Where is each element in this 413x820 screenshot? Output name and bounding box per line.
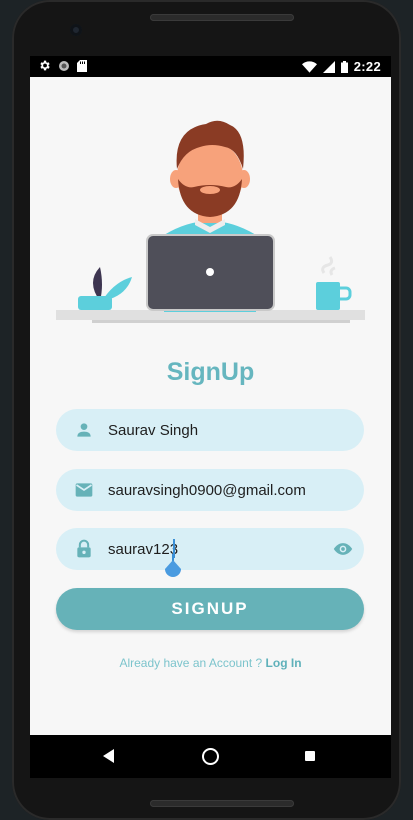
login-prompt-text: Already have an Account ? (119, 656, 263, 670)
name-field[interactable]: Saurav Singh (56, 409, 364, 451)
person-icon (77, 423, 91, 437)
clock: 2:22 (353, 59, 381, 74)
name-value: Saurav Singh (108, 422, 199, 439)
recents-icon[interactable] (305, 751, 315, 761)
login-prompt-row: Already have an Account ? Log In (30, 656, 391, 670)
cursor-handle[interactable] (164, 554, 182, 578)
settings-icon (40, 60, 50, 71)
back-icon[interactable] (103, 749, 115, 763)
navigation-bar (30, 735, 391, 778)
status-bar: 2:22 (30, 56, 391, 77)
page-title: SignUp (166, 358, 255, 386)
email-icon (75, 483, 93, 497)
wifi-icon (301, 60, 317, 73)
password-field[interactable]: saurav123 (56, 528, 364, 570)
home-icon[interactable] (202, 748, 219, 765)
bottom-speaker (150, 800, 294, 807)
email-field[interactable]: sauravsingh0900@gmail.com (56, 469, 364, 511)
front-camera (70, 24, 82, 36)
signal-icon (322, 60, 335, 73)
sd-card-icon (77, 59, 87, 72)
top-speaker (150, 14, 294, 21)
signup-button[interactable]: SIGNUP (56, 588, 364, 630)
eye-icon[interactable] (332, 539, 354, 559)
app-screen: 2:22 SignUp Saurav Singh sauravsingh0900… (30, 56, 391, 778)
login-link[interactable]: Log In (266, 656, 302, 670)
lock-icon (77, 539, 91, 558)
developer-illustration (56, 120, 365, 323)
battery-icon (340, 60, 348, 73)
email-value: sauravsingh0900@gmail.com (108, 482, 306, 499)
record-icon (59, 60, 69, 71)
